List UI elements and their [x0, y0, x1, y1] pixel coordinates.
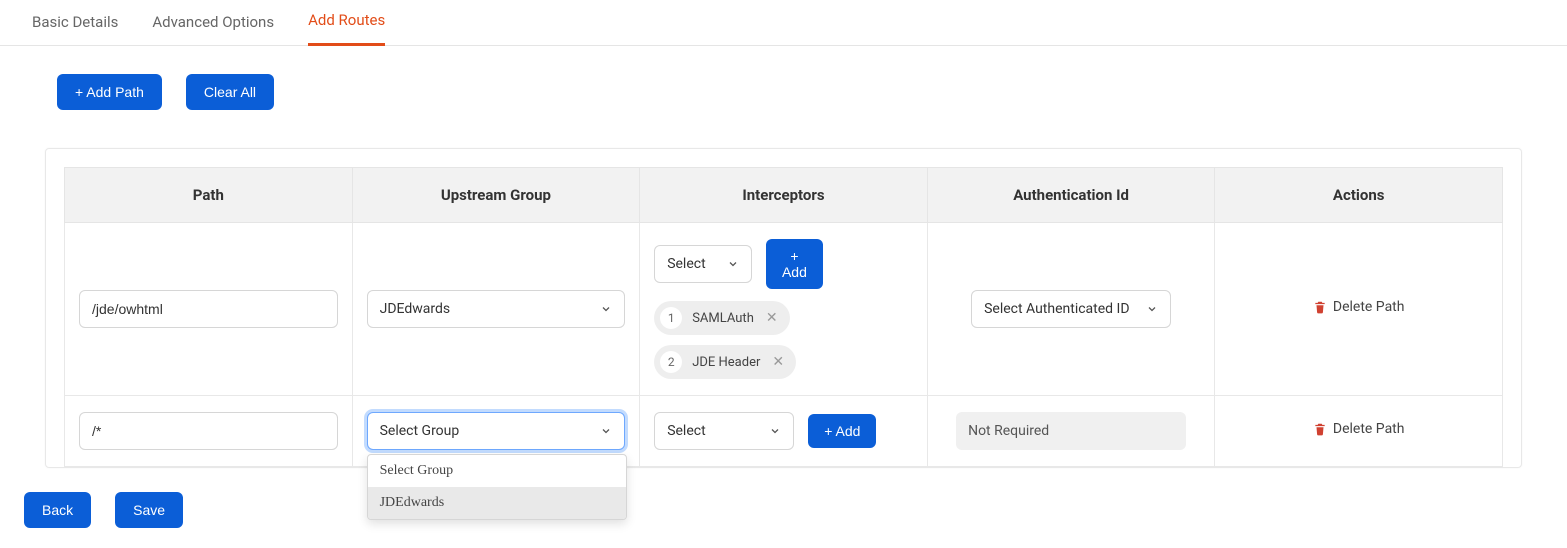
authentication-id-select[interactable]: Select Authenticated ID: [971, 290, 1171, 328]
col-header-path: Path: [65, 168, 353, 223]
col-header-upstream: Upstream Group: [352, 168, 640, 223]
tab-label: Advanced Options: [152, 13, 274, 31]
upstream-group-dropdown: Select Group JDEdwards: [367, 454, 627, 520]
table-row: JDEdwards Select: [65, 223, 1503, 396]
col-header-interceptors: Interceptors: [640, 168, 928, 223]
dropdown-option[interactable]: JDEdwards: [368, 487, 626, 519]
select-placeholder: Select: [667, 256, 705, 272]
chevron-down-icon: [1146, 303, 1158, 315]
add-interceptor-button[interactable]: + Add: [766, 239, 823, 289]
col-header-auth: Authentication Id: [927, 168, 1215, 223]
path-input[interactable]: [79, 290, 338, 328]
tabs-bar: Basic Details Advanced Options Add Route…: [0, 0, 1567, 46]
clear-all-button[interactable]: Clear All: [186, 74, 274, 110]
toolbar: + Add Path Clear All: [0, 46, 1567, 134]
authentication-id-display: Not Required: [956, 412, 1186, 450]
interceptor-chips: 1 SAMLAuth ✕ 2 JDE Header ✕: [654, 301, 796, 379]
chevron-down-icon: [769, 425, 781, 437]
upstream-group-select[interactable]: JDEdwards: [367, 290, 626, 328]
routes-table-wrap: Path Upstream Group Interceptors Authent…: [45, 148, 1522, 468]
tab-basic-details[interactable]: Basic Details: [32, 0, 118, 46]
chip-label: SAMLAuth: [692, 311, 754, 326]
close-icon[interactable]: ✕: [770, 354, 786, 370]
interceptor-select[interactable]: Select: [654, 245, 752, 283]
chip-label: JDE Header: [692, 355, 760, 370]
col-header-actions: Actions: [1215, 168, 1503, 223]
select-placeholder: Select: [667, 423, 705, 439]
routes-table: Path Upstream Group Interceptors Authent…: [64, 167, 1503, 467]
select-placeholder: Select Authenticated ID: [984, 301, 1129, 317]
footer-actions: Back Save: [0, 468, 1567, 528]
add-interceptor-button[interactable]: + Add: [808, 414, 876, 448]
add-path-button[interactable]: + Add Path: [57, 74, 162, 110]
path-input[interactable]: [79, 412, 338, 450]
tab-label: Add Routes: [308, 11, 385, 29]
close-icon[interactable]: ✕: [764, 310, 780, 326]
interceptor-select[interactable]: Select: [654, 412, 794, 450]
trash-icon: [1313, 299, 1327, 315]
interceptor-chip: 1 SAMLAuth ✕: [654, 301, 789, 335]
chevron-down-icon: [600, 303, 612, 315]
trash-icon: [1313, 421, 1327, 437]
chevron-down-icon: [727, 258, 739, 270]
chip-index: 1: [660, 307, 682, 329]
select-value: JDEdwards: [380, 301, 451, 317]
interceptor-chip: 2 JDE Header ✕: [654, 345, 796, 379]
tab-advanced-options[interactable]: Advanced Options: [152, 0, 274, 46]
table-row: Select Group Select Group JDEdwards: [65, 396, 1503, 467]
delete-label: Delete Path: [1333, 421, 1405, 437]
save-button[interactable]: Save: [115, 492, 183, 528]
back-button[interactable]: Back: [24, 492, 91, 528]
delete-path-button[interactable]: Delete Path: [1313, 421, 1405, 437]
dropdown-option[interactable]: Select Group: [368, 455, 626, 487]
tab-label: Basic Details: [32, 13, 118, 31]
delete-label: Delete Path: [1333, 299, 1405, 315]
chevron-down-icon: [600, 425, 612, 437]
tab-add-routes[interactable]: Add Routes: [308, 0, 385, 46]
upstream-group-select[interactable]: Select Group: [367, 412, 626, 450]
auth-value: Not Required: [968, 423, 1049, 439]
chip-index: 2: [660, 351, 682, 373]
select-placeholder: Select Group: [380, 423, 460, 439]
delete-path-button[interactable]: Delete Path: [1313, 299, 1405, 315]
